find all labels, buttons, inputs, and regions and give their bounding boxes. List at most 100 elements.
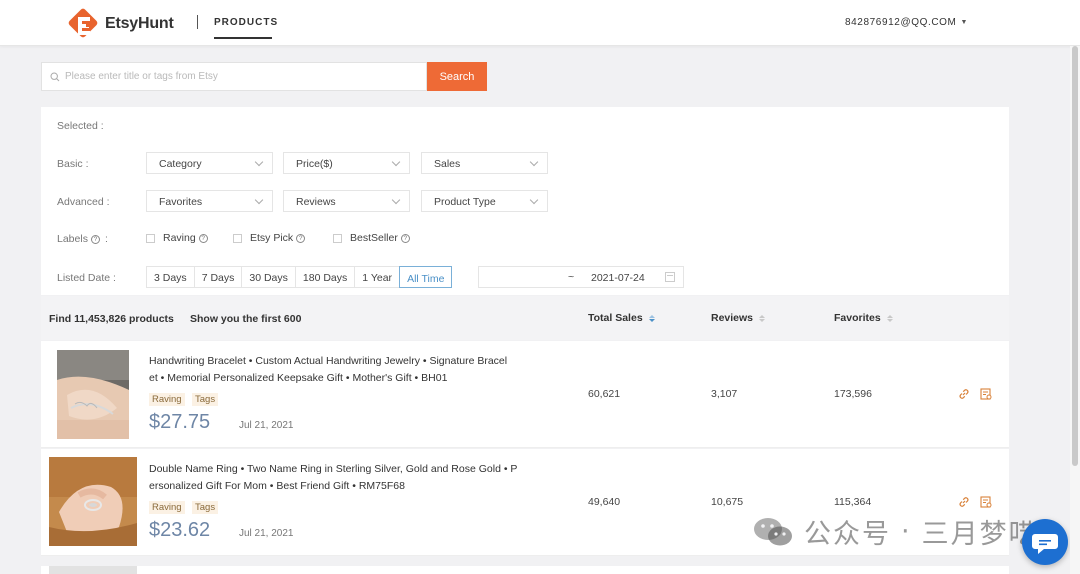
chevron-down-icon xyxy=(529,157,539,167)
total-sales-value: 49,640 xyxy=(588,496,621,508)
raving-checkbox[interactable]: Raving ? xyxy=(146,232,208,244)
date-option-30-days[interactable]: 30 Days xyxy=(242,267,296,287)
category-dropdown-label: Category xyxy=(159,158,202,170)
date-option-7-days[interactable]: 7 Days xyxy=(195,267,243,287)
product-title[interactable]: Handwriting Bracelet • Custom Actual Han… xyxy=(149,353,529,387)
labels-colon: : xyxy=(104,233,108,245)
search-field-container xyxy=(41,62,427,91)
product-image-bracelet[interactable] xyxy=(57,350,129,439)
tag-tags[interactable]: Tags xyxy=(192,393,219,406)
product-row[interactable]: Handwriting Bracelet • Custom Actual Han… xyxy=(41,341,1009,448)
date-range-separator: ~ xyxy=(568,271,575,283)
caret-down-icon: ▼ xyxy=(960,19,968,26)
product-type-dropdown-label: Product Type xyxy=(434,196,496,208)
checkbox-box xyxy=(146,233,155,243)
filters-panel: Selected : Basic : Category Price($) Sal… xyxy=(41,107,1009,295)
product-title[interactable]: Double Name Ring • Two Name Ring in Ster… xyxy=(149,461,529,495)
reviews-value: 3,107 xyxy=(711,388,738,400)
next-product-row-partial xyxy=(41,566,1009,574)
help-icon[interactable]: ? xyxy=(400,233,410,243)
account-menu[interactable]: 842876912@QQ.COM ▼ xyxy=(845,17,968,28)
tag-tags[interactable]: Tags xyxy=(192,501,219,514)
column-reviews[interactable]: Reviews xyxy=(711,312,766,324)
chevron-down-icon xyxy=(254,195,264,205)
category-dropdown[interactable]: Category xyxy=(146,152,273,174)
advanced-label: Advanced : xyxy=(57,196,110,208)
chat-support-button[interactable] xyxy=(1022,519,1068,565)
product-date: Jul 21, 2021 xyxy=(239,528,294,539)
sort-icon xyxy=(886,314,893,322)
date-option-all-time[interactable]: All Time xyxy=(399,266,453,288)
brand-logo[interactable]: EtsyHunt xyxy=(66,6,174,42)
search-icon xyxy=(50,71,60,81)
sales-dropdown-label: Sales xyxy=(434,158,461,170)
date-option-3-days[interactable]: 3 Days xyxy=(147,267,195,287)
product-price: $27.75 xyxy=(149,411,211,433)
reviews-dropdown-label: Reviews xyxy=(296,196,336,208)
watermark-name: 三月梦呓 xyxy=(921,519,1038,550)
reviews-dropdown[interactable]: Reviews xyxy=(283,190,410,212)
search-input[interactable] xyxy=(65,71,405,82)
help-icon[interactable]: ? xyxy=(198,233,208,243)
date-range-picker[interactable]: ~ 2021-07-24 xyxy=(478,266,684,288)
page-scrollbar[interactable] xyxy=(1070,46,1080,574)
tag-raving: Raving xyxy=(149,393,185,406)
total-sales-value: 60,621 xyxy=(588,388,621,400)
date-option-1-year[interactable]: 1 Year xyxy=(355,267,401,287)
checkbox-box xyxy=(233,233,242,243)
product-title-line-1: Handwriting Bracelet • Custom Actual Han… xyxy=(149,355,508,367)
etsyhunt-logo-icon xyxy=(66,6,102,42)
product-type-dropdown[interactable]: Product Type xyxy=(421,190,548,212)
favorites-dropdown-label: Favorites xyxy=(159,196,203,208)
labels-label-text: Labels xyxy=(57,233,88,245)
product-image-ring[interactable] xyxy=(49,457,137,546)
etsy-pick-checkbox[interactable]: Etsy Pick ? xyxy=(233,232,306,244)
product-date: Jul 21, 2021 xyxy=(239,420,294,431)
favorites-dropdown[interactable]: Favorites xyxy=(146,190,273,212)
price-dropdown[interactable]: Price($) xyxy=(283,152,410,174)
raving-label: Raving xyxy=(163,232,196,244)
sales-dropdown[interactable]: Sales xyxy=(421,152,548,174)
search-button[interactable]: Search xyxy=(427,62,487,91)
labels-label: Labels ? : xyxy=(57,233,108,245)
chevron-down-icon xyxy=(391,195,401,205)
nav-products-tab[interactable]: PRODUCTS xyxy=(214,17,278,28)
tag-raving: Raving xyxy=(149,501,185,514)
wechat-watermark: 公众号 · 三月梦呓 xyxy=(752,512,1038,551)
brand-name: EtsyHunt xyxy=(105,15,174,32)
results-count: Find 11,453,826 products xyxy=(49,313,174,325)
date-range-end: 2021-07-24 xyxy=(591,272,645,284)
nav-divider xyxy=(197,15,198,29)
product-title-line-2: et • Memorial Personalized Keepsake Gift… xyxy=(149,372,448,384)
price-dropdown-label: Price($) xyxy=(296,158,333,170)
column-favorites-label: Favorites xyxy=(834,312,881,324)
chat-bubble-icon xyxy=(1032,534,1058,554)
listed-date-label: Listed Date : xyxy=(57,272,116,284)
report-icon[interactable] xyxy=(979,387,993,401)
help-icon[interactable]: ? xyxy=(296,233,306,243)
listed-date-segmented-control: 3 Days 7 Days 30 Days 180 Days 1 Year Al… xyxy=(146,266,453,288)
results-header: Find 11,453,826 products Show you the fi… xyxy=(41,296,1009,340)
product-price: $23.62 xyxy=(149,519,211,541)
account-email: 842876912@QQ.COM xyxy=(844,17,957,28)
column-total-sales[interactable]: Total Sales xyxy=(588,312,655,324)
link-icon[interactable] xyxy=(957,387,971,401)
watermark-text: 公众号 xyxy=(804,519,891,550)
date-option-180-days[interactable]: 180 Days xyxy=(296,267,356,287)
help-icon[interactable]: ? xyxy=(90,234,100,244)
calendar-icon xyxy=(665,272,675,282)
scrollbar-thumb[interactable] xyxy=(1072,46,1078,466)
link-icon[interactable] xyxy=(957,495,971,509)
checkbox-box xyxy=(333,233,342,243)
selected-label: Selected : xyxy=(57,120,104,132)
etsy-pick-label: Etsy Pick xyxy=(250,232,294,244)
product-title-line-2: ersonalized Gift For Mom • Best Friend G… xyxy=(149,480,405,492)
chevron-down-icon xyxy=(391,157,401,167)
bestseller-checkbox[interactable]: BestSeller ? xyxy=(333,232,410,244)
favorites-value: 173,596 xyxy=(834,388,872,400)
column-favorites[interactable]: Favorites xyxy=(834,312,893,324)
report-icon[interactable] xyxy=(979,495,993,509)
column-total-sales-label: Total Sales xyxy=(588,312,643,324)
product-image-placeholder xyxy=(49,566,137,574)
favorites-value: 115,364 xyxy=(834,496,872,508)
